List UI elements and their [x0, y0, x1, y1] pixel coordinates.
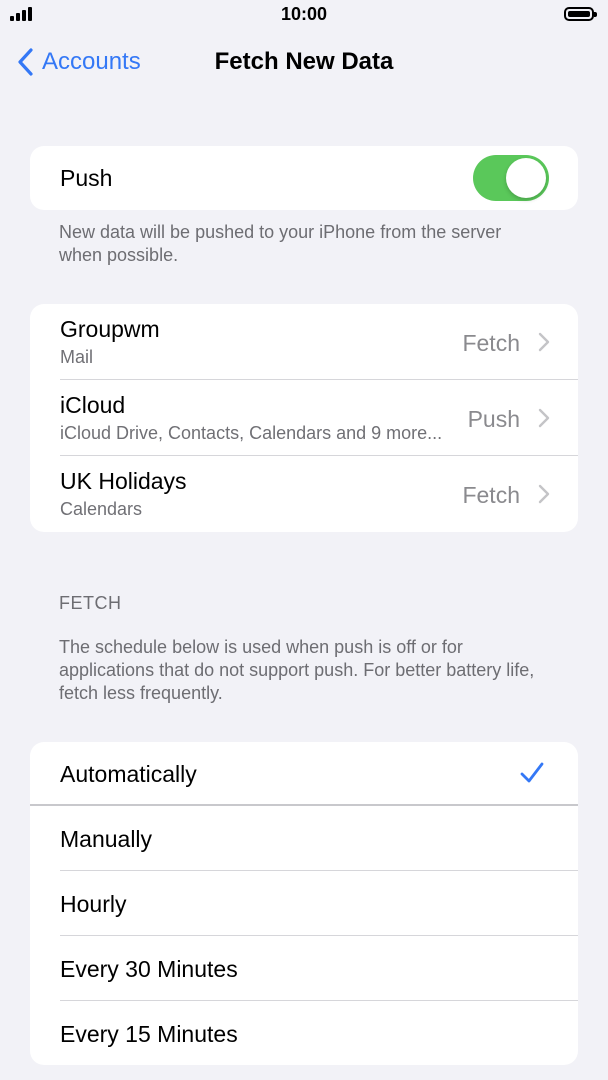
- account-mode: Fetch: [462, 482, 520, 508]
- fetch-section-header: FETCH: [59, 593, 122, 613]
- fetch-option-label: Every 30 Minutes: [60, 956, 238, 982]
- status-time: 10:00: [280, 4, 328, 24]
- fetch-option-label: Hourly: [60, 891, 127, 917]
- account-detail: iCloud Drive, Contacts, Calendars and 9 …: [60, 423, 443, 443]
- account-detail: Mail: [60, 347, 94, 367]
- chevron-right-icon: [538, 484, 550, 504]
- fetch-option-label: Manually: [60, 826, 153, 852]
- push-label: Push: [60, 165, 113, 191]
- account-row-uk-holidays[interactable]: UK Holidays Calendars Fetch: [30, 456, 578, 532]
- navigation-bar: Accounts Fetch New Data: [0, 40, 608, 84]
- checkmark-icon: [520, 762, 544, 783]
- fetch-option-label: Automatically: [60, 761, 197, 787]
- accounts-group: Groupwm Mail Fetch iCloud iCloud Drive, …: [30, 304, 578, 532]
- fetch-option-hourly[interactable]: Hourly: [30, 871, 578, 936]
- account-name: iCloud: [60, 392, 126, 418]
- push-footnote: New data will be pushed to your iPhone f…: [59, 222, 502, 265]
- toggle-knob: [506, 158, 546, 198]
- account-row-groupwm[interactable]: Groupwm Mail Fetch: [30, 304, 578, 380]
- chevron-right-icon: [538, 408, 550, 428]
- battery-icon: [564, 7, 597, 21]
- push-toggle[interactable]: [473, 155, 549, 201]
- fetch-option-every-30-minutes[interactable]: Every 30 Minutes: [30, 936, 578, 1001]
- account-detail: Calendars: [60, 499, 143, 519]
- account-name: UK Holidays: [60, 468, 187, 494]
- push-row: Push: [30, 146, 578, 210]
- fetch-option-automatically[interactable]: Automatically: [30, 742, 578, 806]
- push-group: Push: [30, 146, 578, 210]
- account-name: Groupwm: [60, 316, 160, 342]
- page-title: Fetch New Data: [214, 48, 394, 75]
- account-mode: Fetch: [462, 330, 520, 356]
- fetch-option-every-15-minutes[interactable]: Every 15 Minutes: [30, 1001, 578, 1065]
- fetch-option-label: Every 15 Minutes: [60, 1021, 238, 1047]
- status-bar: 10:00: [0, 0, 608, 30]
- account-mode: Push: [467, 406, 520, 432]
- fetch-footnote: The schedule below is used when push is …: [59, 637, 535, 703]
- account-row-icloud[interactable]: iCloud iCloud Drive, Contacts, Calendars…: [30, 380, 578, 456]
- chevron-right-icon: [538, 332, 550, 352]
- fetch-options-group: Automatically Manually Hourly Every 30 M…: [30, 742, 578, 1065]
- fetch-option-manually[interactable]: Manually: [30, 806, 578, 871]
